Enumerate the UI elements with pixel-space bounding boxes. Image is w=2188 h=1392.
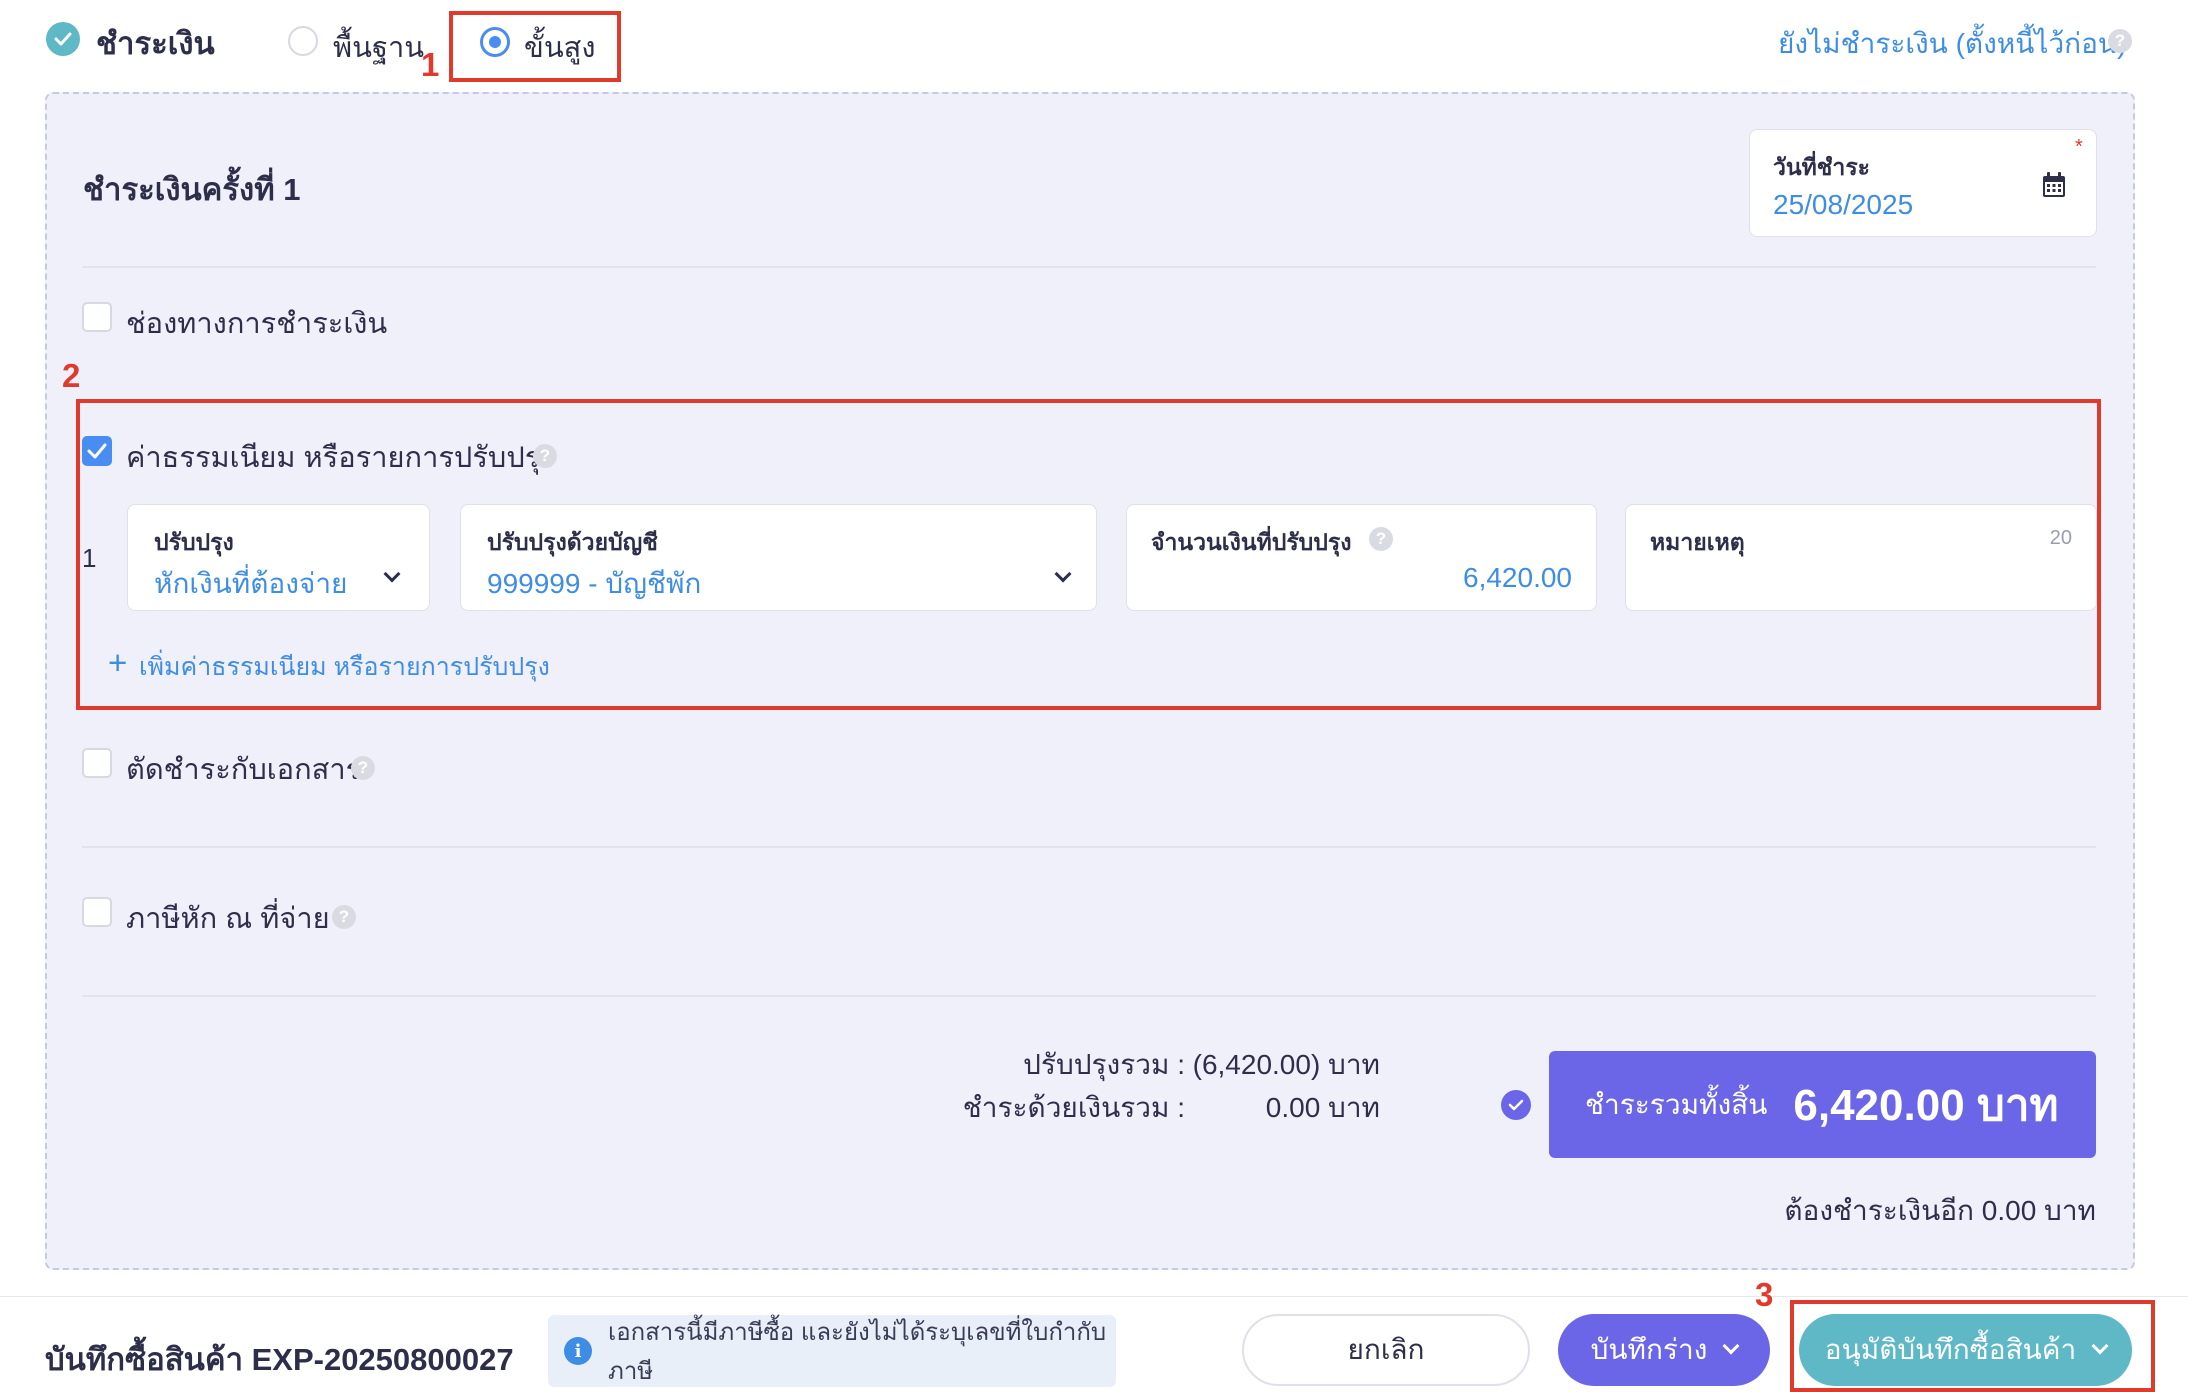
wht-help-icon[interactable]: ? [332, 905, 356, 929]
payment-channel-checkbox[interactable] [82, 302, 112, 332]
divider [82, 995, 2096, 997]
unpaid-help-icon[interactable]: ? [2108, 29, 2132, 53]
grand-total-label: ชำระรวมทั้งสิ้น [1585, 1088, 1768, 1120]
offset-help-icon[interactable]: ? [351, 756, 375, 780]
adjustment-note-label: หมายเหตุ [1650, 529, 1745, 555]
add-adjustment-link[interactable]: เพิ่มค่าธรรมเนียม หรือรายการปรับปรุง [139, 647, 550, 687]
withholding-tax-checkbox[interactable] [82, 897, 112, 927]
withholding-tax-label[interactable]: ภาษีหัก ณ ที่จ่าย [126, 895, 330, 941]
mode-advanced-radio[interactable] [480, 27, 510, 57]
adjustment-type-label: ปรับปรุง [154, 529, 234, 555]
adjustment-type-select[interactable]: ปรับปรุง หักเงินที่ต้องจ่าย [127, 504, 430, 611]
fees-help-icon[interactable]: ? [533, 444, 557, 468]
document-title: บันทึกซื้อสินค้า EXP-20250800027 [45, 1342, 514, 1377]
required-asterisk: * [2075, 136, 2083, 158]
payment-channel-label[interactable]: ช่องทางการชำระเงิน [126, 300, 387, 346]
payment-date-field[interactable]: วันที่ชำระ * 25/08/2025 [1749, 129, 2097, 237]
amount-help-icon[interactable]: ? [1369, 527, 1393, 551]
total-confirm-check-icon [1501, 1090, 1531, 1120]
tax-notice-text: เอกสารนี้มีภาษีซื้อ และยังไม่ได้ระบุเลขท… [608, 1319, 1107, 1385]
cash-total-label: ชำระด้วยเงินรวม : [962, 1092, 1185, 1123]
adjustment-amount-value[interactable]: 6,420.00 [1463, 562, 1572, 594]
adjustment-type-value[interactable]: หักเงินที่ต้องจ่าย [154, 562, 347, 606]
save-draft-button[interactable]: บันทึกร่าง [1558, 1314, 1770, 1386]
offset-document-label[interactable]: ตัดชำระกับเอกสาร [126, 746, 361, 792]
tax-notice: i เอกสารนี้มีภาษีซื้อ และยังไม่ได้ระบุเล… [548, 1315, 1116, 1387]
plus-icon[interactable]: + [108, 644, 127, 682]
grand-total-box: ชำระรวมทั้งสิ้น 6,420.00 บาท [1549, 1051, 2096, 1158]
adjustment-amount-field[interactable]: จำนวนเงินที่ปรับปรุง ? 6,420.00 [1126, 504, 1597, 611]
adjust-total-label: ปรับปรุงรวม : [1023, 1049, 1185, 1080]
chevron-down-icon[interactable] [2091, 1337, 2109, 1355]
unpaid-later-link[interactable]: ยังไม่ชำระเงิน (ตั้งหนี้ไว้ก่อน) [1778, 22, 2126, 66]
payment-title: ชำระเงิน [96, 26, 215, 61]
divider [82, 846, 2096, 848]
mode-basic-label[interactable]: พื้นฐาน [333, 24, 424, 70]
fees-adjustment-checkbox[interactable] [82, 436, 112, 466]
offset-document-checkbox[interactable] [82, 748, 112, 778]
payment-round-title: ชำระเงินครั้งที่ 1 [83, 172, 301, 207]
remaining-amount: ต้องชำระเงินอีก 0.00 บาท [1784, 1195, 2096, 1226]
calendar-icon[interactable] [2042, 172, 2066, 203]
adjustment-account-select[interactable]: ปรับปรุงด้วยบัญชี 999999 - บัญชีพัก [460, 504, 1097, 611]
payment-date-value[interactable]: 25/08/2025 [1773, 189, 1913, 221]
mode-advanced-label[interactable]: ขั้นสูง [524, 24, 596, 70]
payment-done-check-icon [46, 22, 80, 56]
mode-basic-radio[interactable] [288, 26, 318, 56]
adjustment-account-label: ปรับปรุงด้วยบัญชี [487, 529, 658, 555]
fees-adjustment-label[interactable]: ค่าธรรมเนียม หรือรายการปรับปรุง [126, 434, 554, 480]
grand-total-value: 6,420.00 บาท [1793, 1080, 2059, 1130]
annotation-marker-2: 2 [62, 357, 81, 394]
chevron-down-icon[interactable] [383, 565, 401, 585]
adjust-total-value: (6,420.00) บาท [1192, 1049, 1380, 1080]
chevron-down-icon[interactable] [1054, 565, 1072, 585]
approve-button[interactable]: อนุมัติบันทึกซื้อสินค้า [1799, 1314, 2132, 1386]
adjustment-note-field[interactable]: หมายเหตุ 20 [1625, 504, 2097, 611]
info-icon: i [564, 1337, 592, 1365]
adjustment-amount-label: จำนวนเงินที่ปรับปรุง [1151, 529, 1352, 555]
adjustment-account-value[interactable]: 999999 - บัญชีพัก [487, 562, 701, 606]
save-draft-label: บันทึกร่าง [1590, 1334, 1708, 1365]
payment-date-label: วันที่ชำระ [1773, 154, 1871, 180]
divider [82, 266, 2096, 268]
approve-label: อนุมัติบันทึกซื้อสินค้า [1824, 1334, 2077, 1365]
adjustment-row-number: 1 [82, 543, 97, 573]
annotation-marker-3: 3 [1755, 1276, 1774, 1313]
cancel-button[interactable]: ยกเลิก [1242, 1314, 1530, 1386]
cash-total-value: 0.00 บาท [1265, 1092, 1380, 1123]
chevron-down-icon[interactable] [1722, 1337, 1740, 1355]
annotation-marker-1: 1 [421, 46, 440, 83]
note-char-counter: 20 [2049, 527, 2072, 549]
